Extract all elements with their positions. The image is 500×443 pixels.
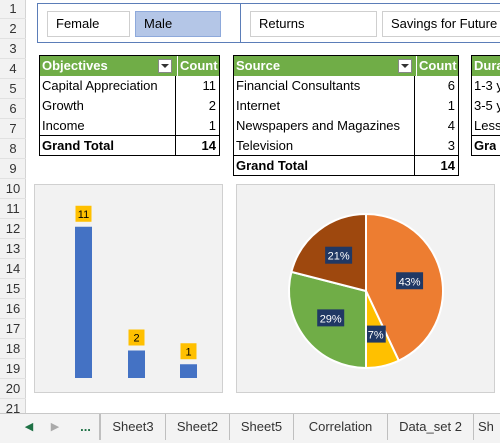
pivot-row-label[interactable]: Less <box>474 116 500 136</box>
row-number[interactable]: 1 <box>0 0 26 19</box>
scroll-tabs-right-icon[interactable]: ▶ <box>46 414 64 440</box>
bar[interactable] <box>180 364 197 378</box>
row-number[interactable]: 8 <box>0 139 26 159</box>
pivot-row-label[interactable]: Newspapers and Magazines <box>236 116 400 136</box>
bar-data-label: 11 <box>78 209 89 221</box>
bar-chart-area[interactable]: 11 2 1 <box>34 184 223 393</box>
row-header-column: 1 2 3 4 5 6 7 8 9 10 11 12 13 14 15 16 17 18 19 20 21 <box>0 0 26 419</box>
row-number[interactable]: 10 <box>0 179 26 199</box>
pivot-row-count: 1 <box>208 118 216 133</box>
pivot-row-count: 2 <box>208 98 216 113</box>
more-sheets-button[interactable]: ... <box>72 414 100 440</box>
pivot-row-count: 4 <box>447 118 455 133</box>
pivot-row-label[interactable]: Television <box>236 136 293 156</box>
bar-data-label: 1 <box>185 346 191 358</box>
pivot-row-label[interactable]: Financial Consultants <box>236 76 360 96</box>
pivot-table-objectives: Objectives Count Capital Appreciation 11… <box>39 55 220 156</box>
bar-data-label: 2 <box>133 333 139 345</box>
pivot-row-label[interactable]: 3-5 y <box>474 96 500 116</box>
slicer-option-returns[interactable]: Returns <box>250 11 377 37</box>
row-number[interactable]: 18 <box>0 339 26 359</box>
row-number[interactable]: 6 <box>0 99 26 119</box>
bar[interactable] <box>75 226 92 378</box>
pivot-row-count: 6 <box>447 78 455 93</box>
filter-sort-icon[interactable] <box>158 59 172 73</box>
filter-dropdown-icon[interactable] <box>398 59 412 73</box>
grand-total-label: Grand Total <box>42 138 114 153</box>
tab-data-set-2[interactable]: Data_set 2 <box>388 414 474 440</box>
pie-data-label: 7% <box>368 330 384 342</box>
grand-total-label: Grand Total <box>236 158 308 173</box>
pie-chart: 43% 7% 29% 21% <box>288 212 444 370</box>
pivot-table-duration: Dura 1-3 y 3-5 y Less Gra <box>471 55 500 156</box>
pivot-header-label: Source <box>236 58 281 73</box>
pie-data-label: 29% <box>320 313 342 325</box>
row-number[interactable]: 16 <box>0 299 26 319</box>
bar-chart: 11 2 1 <box>75 205 197 379</box>
row-number[interactable]: 7 <box>0 119 26 139</box>
worksheet-grid: Female Male Returns Savings for Future O… <box>27 0 500 413</box>
row-number[interactable]: 5 <box>0 79 26 99</box>
sheet-tab-bar: ◀ ▶ ... Sheet3 Sheet2 Sheet5 Correlation… <box>0 413 500 443</box>
pie-chart-area[interactable]: 43% 7% 29% 21% <box>236 184 495 393</box>
bar[interactable] <box>128 350 145 379</box>
pivot-row-label[interactable]: Internet <box>236 96 280 116</box>
row-number[interactable]: 2 <box>0 19 26 39</box>
row-number[interactable]: 12 <box>0 219 26 239</box>
row-number[interactable]: 20 <box>0 379 26 399</box>
pivot-row-label[interactable]: Capital Appreciation <box>42 76 158 96</box>
pivot-row-count: 1 <box>447 98 455 113</box>
grand-total-label: Gra <box>474 138 497 153</box>
pivot-count-header: Count <box>416 56 458 76</box>
row-number[interactable]: 9 <box>0 159 26 179</box>
row-number[interactable]: 14 <box>0 259 26 279</box>
slicer-option-female[interactable]: Female <box>47 11 130 37</box>
pivot-row-label[interactable]: Income <box>42 116 85 136</box>
row-number[interactable]: 19 <box>0 359 26 379</box>
gender-slicer: Female Male <box>37 3 258 43</box>
row-number[interactable]: 17 <box>0 319 26 339</box>
row-number[interactable]: 11 <box>0 199 26 219</box>
pivot-header-label: Dura <box>474 58 500 73</box>
tab-correlation[interactable]: Correlation <box>294 414 388 440</box>
slicer-option-male[interactable]: Male <box>135 11 221 37</box>
tab-partial[interactable]: Sh <box>474 414 500 440</box>
pie-data-label: 21% <box>328 251 350 263</box>
scroll-tabs-left-icon[interactable]: ◀ <box>20 414 38 440</box>
row-number[interactable]: 13 <box>0 239 26 259</box>
grand-total-count: 14 <box>440 158 455 173</box>
tab-sheet5[interactable]: Sheet5 <box>230 414 294 440</box>
row-number[interactable]: 15 <box>0 279 26 299</box>
row-number[interactable]: 3 <box>0 39 26 59</box>
pivot-table-source: Source Count Financial Consultants 6 Int… <box>233 55 459 176</box>
tab-sheet2[interactable]: Sheet2 <box>166 414 230 440</box>
grand-total-count: 14 <box>201 138 216 153</box>
pivot-count-header: Count <box>177 56 219 76</box>
slicer-option-savings[interactable]: Savings for Future <box>382 11 500 37</box>
row-number[interactable]: 4 <box>0 59 26 79</box>
pivot-row-count: 11 <box>202 78 217 93</box>
tab-sheet3[interactable]: Sheet3 <box>100 414 166 440</box>
pivot-row-count: 3 <box>447 138 455 153</box>
returns-slicer: Returns Savings for Future <box>240 3 500 43</box>
pivot-row-label[interactable]: Growth <box>42 96 84 116</box>
pie-data-label: 43% <box>399 276 421 288</box>
pivot-header-label: Objectives <box>42 58 108 73</box>
pivot-row-label[interactable]: 1-3 y <box>474 76 500 96</box>
